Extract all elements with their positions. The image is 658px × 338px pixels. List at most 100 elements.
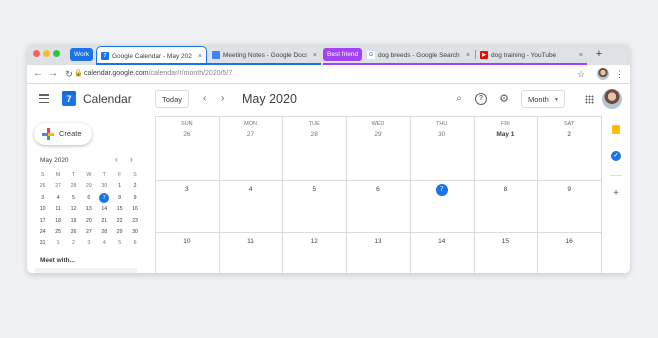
mini-calendar-day[interactable]: 7	[97, 193, 112, 204]
mini-calendar-day[interactable]: 16	[127, 204, 142, 215]
tasks-icon[interactable]: ✓	[611, 151, 621, 161]
maximize-window-button[interactable]	[53, 50, 60, 57]
address-bar[interactable]: 🔒 calendar.google.com/calendar/r/month/2…	[74, 67, 604, 81]
mini-calendar-day[interactable]: 2	[127, 181, 142, 192]
mini-calendar-day[interactable]: 23	[127, 216, 142, 227]
mini-calendar-day[interactable]: 13	[81, 204, 96, 215]
apps-grid-icon[interactable]	[585, 95, 594, 104]
day-number[interactable]: 5	[282, 184, 346, 196]
search-people-input[interactable]	[35, 268, 137, 273]
mini-calendar-day[interactable]: 14	[97, 204, 112, 215]
day-number-label: 15	[501, 238, 510, 245]
mini-calendar-day[interactable]: 27	[50, 181, 65, 192]
day-cell[interactable]	[346, 116, 410, 180]
mini-calendar-day[interactable]: 5	[112, 238, 127, 249]
mini-calendar-day[interactable]: 10	[35, 204, 50, 215]
mini-calendar-day[interactable]: 4	[97, 238, 112, 249]
account-avatar[interactable]	[602, 89, 622, 109]
day-number[interactable]: 29	[346, 129, 410, 141]
mini-prev-month-button[interactable]: ‹	[115, 154, 118, 165]
profile-avatar[interactable]	[597, 68, 609, 80]
mini-calendar-day[interactable]: 2	[66, 238, 81, 249]
mini-calendar-day[interactable]: 9	[127, 193, 142, 204]
mini-calendar-day[interactable]: 5	[66, 193, 81, 204]
mini-calendar-day[interactable]: 26	[66, 227, 81, 238]
settings-gear-icon[interactable]: ⚙	[497, 90, 511, 108]
mini-next-month-button[interactable]: ›	[130, 154, 133, 165]
day-number[interactable]: 6	[346, 184, 410, 196]
mini-calendar-day[interactable]: 26	[35, 181, 50, 192]
minimize-window-button[interactable]	[43, 50, 50, 57]
mini-calendar-day[interactable]: 3	[35, 193, 50, 204]
day-cell[interactable]	[219, 116, 283, 180]
mini-calendar-day[interactable]: 31	[35, 238, 50, 249]
day-cell[interactable]	[537, 116, 601, 180]
mini-calendar-day[interactable]: 18	[50, 216, 65, 227]
day-number[interactable]: 14	[410, 236, 474, 248]
forward-icon[interactable]: →	[47, 65, 59, 83]
create-button[interactable]: Create	[34, 123, 92, 145]
day-cell[interactable]	[282, 116, 346, 180]
help-icon[interactable]: ?	[475, 93, 487, 105]
mini-calendar-day[interactable]: 6	[81, 193, 96, 204]
day-number[interactable]: 8	[474, 184, 538, 196]
day-number[interactable]: 9	[537, 184, 601, 196]
day-cell[interactable]	[474, 116, 538, 180]
keep-icon[interactable]	[612, 125, 620, 134]
day-cell[interactable]	[155, 116, 219, 180]
main-menu-icon[interactable]	[39, 94, 49, 104]
mini-calendar-day[interactable]: 12	[66, 204, 81, 215]
mini-calendar-day[interactable]: 29	[81, 181, 96, 192]
mini-calendar-day[interactable]: 19	[66, 216, 81, 227]
day-number[interactable]: 10	[155, 236, 219, 248]
day-number[interactable]: 30	[410, 129, 474, 141]
today-button[interactable]: Today	[155, 90, 189, 108]
mini-calendar-day[interactable]: 1	[112, 181, 127, 192]
view-switcher[interactable]: Month ▼	[521, 90, 565, 108]
mini-calendar-day[interactable]: 27	[81, 227, 96, 238]
mini-calendar-day[interactable]: 3	[81, 238, 96, 249]
day-number[interactable]: 28	[282, 129, 346, 141]
mini-calendar-day[interactable]: 28	[97, 227, 112, 238]
search-icon[interactable]: ⌕	[452, 90, 466, 108]
mini-calendar-day[interactable]: 22	[112, 216, 127, 227]
day-number[interactable]: 3	[155, 184, 219, 196]
day-number[interactable]: 12	[282, 236, 346, 248]
day-number[interactable]: 11	[219, 236, 283, 248]
day-number[interactable]: 27	[219, 129, 283, 141]
tab-group-work[interactable]: Work	[70, 48, 94, 61]
day-number[interactable]: 2	[537, 129, 601, 141]
back-icon[interactable]: ←	[32, 65, 44, 83]
mini-calendar-day[interactable]: 8	[112, 193, 127, 204]
add-addon-icon[interactable]: +	[611, 188, 621, 200]
next-month-button[interactable]: ›	[221, 90, 224, 108]
previous-month-button[interactable]: ‹	[203, 90, 206, 108]
tab-group-best-friend[interactable]: Best friend	[323, 48, 363, 61]
mini-calendar-day[interactable]: 11	[50, 204, 65, 215]
mini-calendar-day[interactable]: 28	[66, 181, 81, 192]
day-number[interactable]: 15	[474, 236, 538, 248]
day-number[interactable]: May 1	[474, 129, 538, 141]
mini-calendar-day[interactable]: 20	[81, 216, 96, 227]
mini-calendar-day[interactable]: 30	[127, 227, 142, 238]
mini-calendar-day[interactable]: 30	[97, 181, 112, 192]
mini-calendar-day[interactable]: 15	[112, 204, 127, 215]
bookmark-star-icon[interactable]: ☆	[577, 65, 585, 83]
new-tab-button[interactable]: +	[593, 46, 605, 63]
browser-menu-icon[interactable]: ⋮	[615, 65, 624, 83]
close-window-button[interactable]	[33, 50, 40, 57]
day-number[interactable]: 16	[537, 236, 601, 248]
mini-calendar-day[interactable]: 4	[50, 193, 65, 204]
today-day-number[interactable]: 7	[410, 184, 474, 196]
day-number[interactable]: 13	[346, 236, 410, 248]
mini-calendar-day[interactable]: 29	[112, 227, 127, 238]
day-number[interactable]: 26	[155, 129, 219, 141]
mini-calendar-day[interactable]: 25	[50, 227, 65, 238]
mini-calendar-day[interactable]: 24	[35, 227, 50, 238]
mini-calendar-day[interactable]: 6	[127, 238, 142, 249]
mini-calendar-day[interactable]: 21	[97, 216, 112, 227]
day-number[interactable]: 4	[219, 184, 283, 196]
mini-calendar-day[interactable]: 17	[35, 216, 50, 227]
day-cell[interactable]	[410, 116, 474, 180]
mini-calendar-day[interactable]: 1	[50, 238, 65, 249]
